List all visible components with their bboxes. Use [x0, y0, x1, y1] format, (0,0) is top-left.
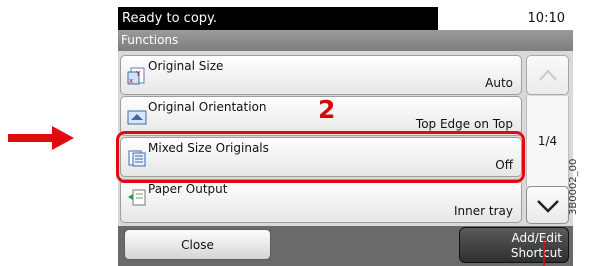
paper-output-icon [128, 189, 146, 206]
status-bar: Ready to copy. 10:10 [118, 7, 573, 30]
step-number: 2 [318, 95, 336, 124]
shortcut-label-line1: Add/Edit [511, 231, 562, 245]
scroll-up-button[interactable] [526, 55, 569, 95]
scroll-down-button[interactable] [526, 186, 569, 224]
close-button[interactable]: Close [124, 229, 271, 260]
orientation-icon [127, 110, 147, 125]
item-value: Top Edge on Top [415, 117, 513, 131]
chevron-up-icon [539, 69, 557, 81]
image-code: 3B0002_00 [568, 158, 579, 215]
highlight-box [116, 131, 525, 183]
arrow-right-icon [8, 126, 74, 150]
clock: 10:10 [438, 7, 573, 30]
item-value: Inner tray [454, 204, 513, 218]
item-label: Original Size [148, 59, 224, 73]
add-edit-shortcut-button[interactable]: Add/Edit Shortcut [459, 227, 569, 263]
status-message: Ready to copy. [118, 7, 438, 30]
svg-text:Y: Y [135, 70, 141, 78]
chevron-down-icon [537, 200, 559, 213]
shortcut-label-line2: Shortcut [510, 246, 562, 260]
screen-title: Functions [118, 30, 573, 51]
list-item-original-size[interactable]: Y x Original Size Auto [120, 55, 522, 95]
original-size-icon: Y x [127, 67, 145, 85]
page-indicator: 1/4 [526, 96, 569, 186]
list-item-paper-output[interactable]: Paper Output Inner tray [120, 179, 522, 223]
item-value: Auto [485, 76, 513, 90]
pointer-line [543, 238, 545, 266]
item-label: Paper Output [148, 182, 228, 196]
svg-text:x: x [129, 77, 133, 85]
item-label: Original Orientation [148, 100, 267, 114]
